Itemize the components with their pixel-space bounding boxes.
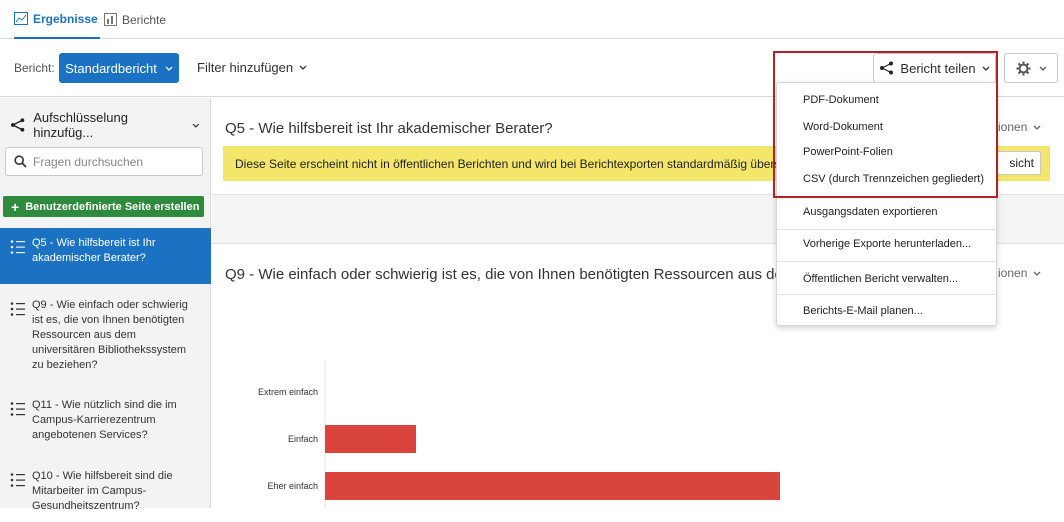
top-tabs: Ergebnisse Berichte [0, 0, 1064, 39]
sidebar-question-q5[interactable]: Q5 - Wie hilfsbereit ist Ihr akademische… [0, 228, 211, 284]
sidebar-question-q11[interactable]: Q11 - Wie nützlich sind die im Campus-Ka… [0, 390, 211, 451]
create-page-label: Benutzerdefinierte Seite erstellen [25, 200, 200, 213]
search-input[interactable] [33, 154, 193, 169]
chevron-down-icon [192, 123, 200, 128]
chevron-down-icon [165, 66, 173, 71]
question-label: Q11 - Wie nützlich sind die im Campus-Ka… [32, 399, 177, 441]
filter-add-label: Filter hinzufügen [197, 60, 294, 75]
q9-options-button[interactable]: ionen [998, 266, 1041, 280]
share-report-button[interactable]: Bericht teilen [873, 53, 996, 83]
menu-item-public-report[interactable]: Öffentlichen Bericht verwalten... [803, 273, 958, 285]
question-sidebar: Aufschlüsselung hinzufüg... + Benutzerde… [0, 98, 211, 512]
breakdown-label: Aufschlüsselung hinzufüg... [33, 110, 128, 140]
search-icon [14, 155, 27, 168]
report-label: Bericht: [14, 61, 55, 75]
q5-options-button[interactable]: ionen [998, 120, 1041, 134]
menu-item-export-raw[interactable]: Ausgangsdaten exportieren [803, 206, 938, 218]
tab-ergebnisse[interactable]: Ergebnisse [14, 0, 100, 39]
list-icon [10, 402, 25, 416]
settings-button[interactable] [1004, 53, 1058, 83]
plus-icon: + [11, 198, 20, 215]
bar-chart-icon [104, 13, 117, 26]
menu-divider [777, 261, 996, 262]
chevron-down-icon [1033, 271, 1041, 276]
list-icon [10, 240, 25, 254]
chevron-down-icon [299, 65, 307, 70]
sidebar-question-q9[interactable]: Q9 - Wie einfach oder schwierig ist es, … [0, 290, 211, 381]
menu-item-csv[interactable]: CSV (durch Trennzeichen gegliedert) [803, 173, 984, 185]
add-breakdown-button[interactable]: Aufschlüsselung hinzufüg... [10, 110, 200, 140]
chevron-down-icon [982, 66, 990, 71]
menu-item-previous-exports[interactable]: Vorherige Exporte herunterladen... [803, 238, 971, 250]
create-custom-page-button[interactable]: + Benutzerdefinierte Seite erstellen [3, 196, 204, 217]
tab-label: Berichte [122, 12, 167, 27]
q9-bar-chart: Extrem einfach Einfach Eher einfach [258, 360, 780, 508]
chart-category-label: Eher einfach [267, 481, 318, 491]
report-select-button[interactable]: Standardbericht [59, 53, 179, 83]
chevron-down-icon [1039, 66, 1046, 71]
filter-add-button[interactable]: Filter hinzufügen [197, 60, 307, 75]
chart-image-icon [14, 12, 28, 25]
sidebar-question-q10[interactable]: Q10 - Wie hilfsbereit sind die Mitarbeit… [0, 461, 211, 522]
question-label: Q5 - Wie hilfsbereit ist Ihr akademische… [32, 237, 156, 264]
menu-divider [777, 196, 996, 197]
question-search [5, 147, 203, 176]
notice-text: Diese Seite erscheint nicht in öffentlic… [235, 156, 788, 171]
tab-label: Ergebnisse [33, 11, 98, 26]
q5-title: Q5 - Wie hilfsbereit ist Ihr akademische… [225, 120, 553, 137]
chart-bar [325, 425, 416, 453]
list-icon [10, 302, 25, 316]
menu-divider [777, 229, 996, 230]
share-menu: PDF-Dokument Word-Dokument PowerPoint-Fo… [776, 82, 997, 326]
share-label: Bericht teilen [900, 60, 976, 76]
breakdown-icon [10, 118, 25, 132]
share-icon [880, 61, 894, 75]
menu-item-powerpoint[interactable]: PowerPoint-Folien [803, 146, 893, 158]
notice-view-button[interactable]: sicht [991, 151, 1041, 175]
tab-berichte[interactable]: Berichte [104, 0, 166, 39]
chevron-down-icon [1033, 125, 1041, 130]
menu-divider [777, 294, 996, 295]
options-label: ionen [998, 120, 1028, 134]
q9-title: Q9 - Wie einfach oder schwierig ist es, … [225, 266, 783, 283]
chart-category-label: Einfach [288, 434, 318, 444]
report-select-label: Standardbericht [65, 60, 157, 76]
notice-button-label: sicht [1009, 156, 1034, 170]
menu-item-schedule-email[interactable]: Berichts-E-Mail planen... [803, 305, 923, 317]
menu-item-pdf[interactable]: PDF-Dokument [803, 94, 879, 106]
menu-item-word[interactable]: Word-Dokument [803, 121, 883, 133]
chart-category-label: Extrem einfach [258, 387, 318, 397]
question-label: Q9 - Wie einfach oder schwierig ist es, … [32, 299, 188, 371]
chart-bar [325, 472, 780, 500]
options-label: ionen [998, 266, 1028, 280]
list-icon [10, 473, 25, 487]
gear-icon [1015, 60, 1031, 76]
question-label: Q10 - Wie hilfsbereit sind die Mitarbeit… [32, 470, 173, 512]
